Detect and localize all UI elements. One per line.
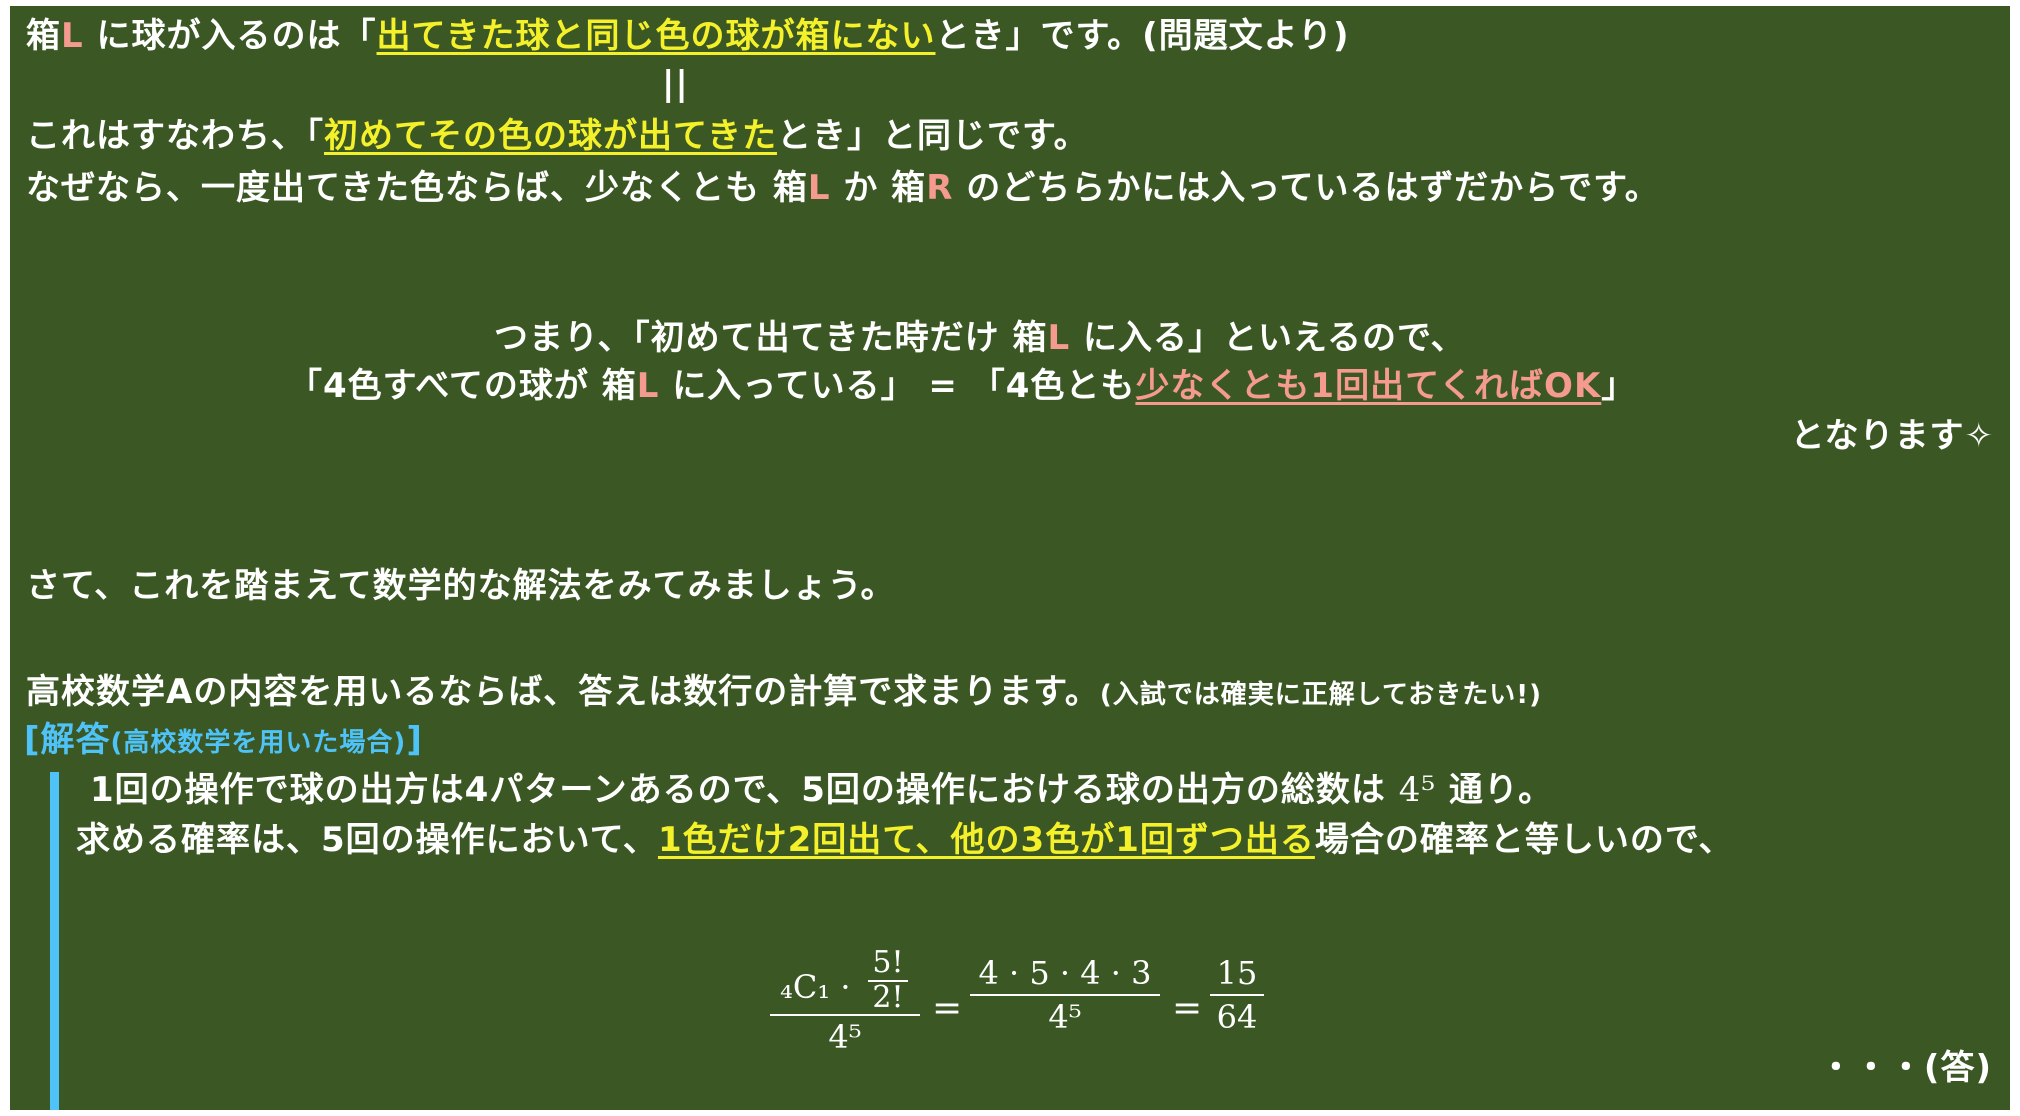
line-conclusion-3: となります✧ xyxy=(1790,416,1994,456)
line-conclusion-2: 「4色すべての球が 箱L に入っている」 = 「4色とも少なくとも1回出てくれば… xyxy=(288,364,1636,408)
answer-mark: ・・・(答) xyxy=(1818,1048,1992,1088)
equals-sign: = xyxy=(932,988,963,1029)
text: 」 xyxy=(1601,366,1637,406)
note-parenthetical: (入試では確実に正解しておきたい!) xyxy=(1099,680,1542,710)
line-probability-condition: 求める確率は、5回の操作において、1色だけ2回出て、他の3色が1回ずつ出る場合の… xyxy=(76,818,1734,862)
text: 高校数学Aの内容を用いるならば、答えは数行の計算で求まります。 xyxy=(26,672,1100,712)
text: ] xyxy=(406,720,423,760)
fraction-2-numerator: 4 · 5 · 4 · 3 xyxy=(970,954,1160,996)
text: とき」です。(問題文より) xyxy=(935,16,1350,56)
text: に入っている」 = 「4色とも xyxy=(659,366,1136,406)
solution-bar xyxy=(50,772,59,1110)
inner-numerator: 5! xyxy=(868,946,908,982)
text: とき」と同じです。 xyxy=(776,116,1089,156)
box-label-l: L xyxy=(636,366,660,406)
text: 求める確率は、5回の操作において、 xyxy=(76,820,658,860)
fraction-1-denominator: 4⁵ xyxy=(828,1018,862,1056)
equals-sign: = xyxy=(1172,988,1203,1029)
fraction-1: ₄C₁ · 5! 2! 4⁵ xyxy=(770,946,920,1056)
combination-term: ₄C₁ · xyxy=(780,968,851,1006)
chalkboard: 箱L に球が入るのは「出てきた球と同じ色の球が箱にないとき」です。(問題文より)… xyxy=(10,6,2010,1110)
line-reason: なぜなら、一度出てきた色ならば、少なくとも 箱L か 箱R のどちらかには入って… xyxy=(26,166,1660,210)
text: [解答 xyxy=(24,720,111,760)
math-four-power-five: 4⁵ xyxy=(1398,770,1437,810)
fraction-3-denominator: 64 xyxy=(1216,998,1258,1036)
solution-header: [解答(高校数学を用いた場合)] xyxy=(24,718,423,765)
equivalence-mark: || xyxy=(662,64,689,104)
highlight-condition: 出てきた球と同じ色の球が箱にない xyxy=(376,16,936,56)
highlight-color-pattern: 1色だけ2回出て、他の3色が1回ずつ出る xyxy=(657,820,1315,860)
line-conclusion-1: つまり、「初めて出てきた時だけ 箱L に入る」といえるので、 xyxy=(494,316,1466,360)
box-label-l: L xyxy=(61,16,84,56)
text: 「4色すべての球が 箱 xyxy=(288,366,637,406)
box-label-l: L xyxy=(807,168,831,208)
line-transition: さて、これを踏まえて数学的な解法をみてみましょう。 xyxy=(26,566,896,606)
line-restatement: これはすなわち、「初めてその色の球が出てきたとき」と同じです。 xyxy=(26,114,1089,158)
probability-formula: ₄C₁ · 5! 2! 4⁵ = 4 · 5 · 4 · 3 4⁵ = 15 6… xyxy=(770,946,1270,1056)
fraction-2-denominator: 4⁵ xyxy=(1048,998,1082,1036)
highlight-at-least-once: 少なくとも1回出てくればOK xyxy=(1135,366,1602,406)
text: 場合の確率と等しいので、 xyxy=(1314,820,1734,860)
fraction-2: 4 · 5 · 4 · 3 4⁵ xyxy=(970,954,1160,1036)
text: 通り。 xyxy=(1436,770,1554,810)
text: に球が入るのは「 xyxy=(83,16,377,56)
fraction-3-numerator: 15 xyxy=(1210,954,1264,996)
box-label-r: R xyxy=(926,168,954,208)
line-problem-condition: 箱L に球が入るのは「出てきた球と同じ色の球が箱にないとき」です。(問題文より) xyxy=(26,14,1350,58)
text: 1回の操作で球の出方は4パターンあるので、5回の操作における球の出方の総数は xyxy=(90,770,1399,810)
fraction-3: 15 64 xyxy=(1210,954,1264,1036)
text: これはすなわち、「 xyxy=(26,116,324,156)
line-method-intro: 高校数学Aの内容を用いるならば、答えは数行の計算で求まります。(入試では確実に正… xyxy=(26,670,1542,717)
text: (高校数学を用いた場合) xyxy=(110,728,407,758)
fraction-1-numerator: ₄C₁ · 5! 2! xyxy=(770,946,920,1016)
box-label-l: L xyxy=(1047,318,1071,358)
inner-fraction: 5! 2! xyxy=(868,946,908,1014)
line-total-patterns: 1回の操作で球の出方は4パターンあるので、5回の操作における球の出方の総数は 4… xyxy=(90,768,1553,812)
text: のどちらかには入っているはずだからです。 xyxy=(953,168,1660,208)
text: か 箱 xyxy=(830,168,927,208)
text: なぜなら、一度出てきた色ならば、少なくとも 箱 xyxy=(26,168,808,208)
text: 箱 xyxy=(26,16,61,56)
text: に入る」といえるので、 xyxy=(1070,318,1466,358)
text: つまり、「初めて出てきた時だけ 箱 xyxy=(494,318,1048,358)
inner-denominator: 2! xyxy=(872,980,904,1015)
highlight-first-time: 初めてその色の球が出てきた xyxy=(324,116,777,156)
